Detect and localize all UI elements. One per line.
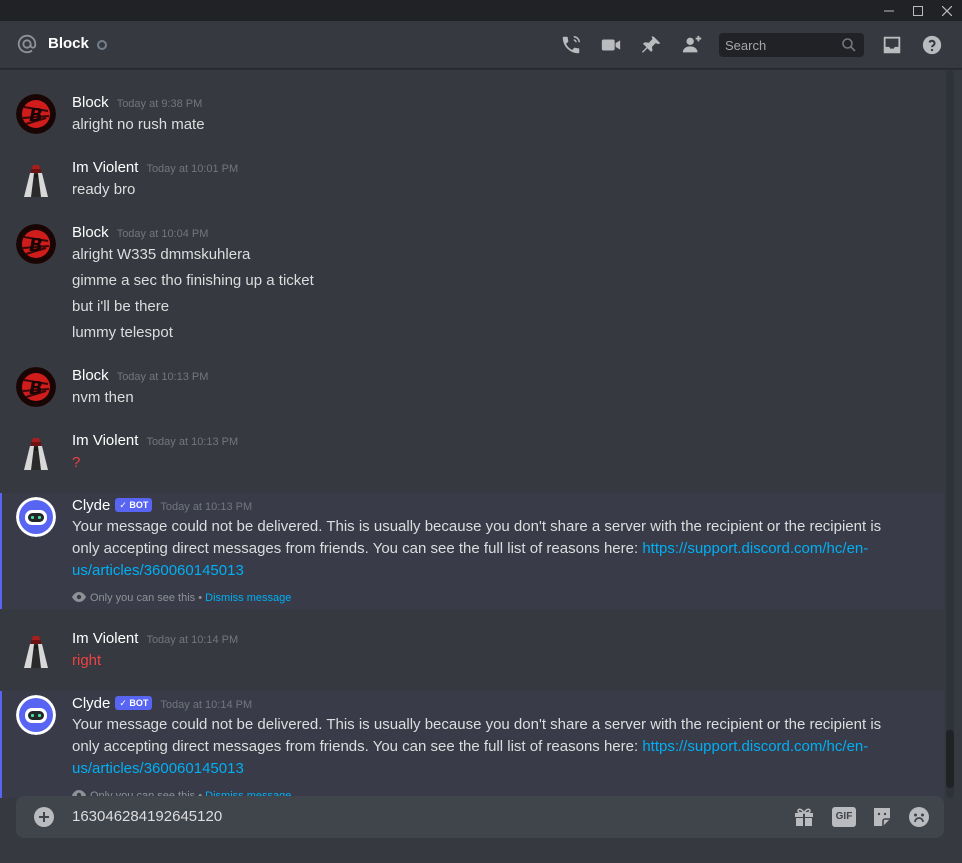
block-avatar-icon: B <box>16 224 56 264</box>
clyde-system-message: Clyde ✓ BOT Today at 10:13 PM Your message… <box>0 493 944 609</box>
discord-window: Block Search B Block Today at 9:38 PM al… <box>0 0 962 863</box>
close-icon <box>941 5 953 17</box>
svg-text:B: B <box>29 235 43 256</box>
violent-avatar-icon <box>24 636 48 668</box>
minimize-icon <box>884 10 894 12</box>
video-call-button[interactable] <box>600 34 622 56</box>
svg-text:B: B <box>29 105 43 126</box>
avatar[interactable] <box>16 695 56 735</box>
minimize-button[interactable] <box>874 0 904 21</box>
clyde-avatar-icon <box>16 497 56 537</box>
message-list[interactable]: B Block Today at 9:38 PM alright no rush … <box>0 70 944 798</box>
maximize-button[interactable] <box>903 0 933 21</box>
message-author[interactable]: Clyde ✓ BOT Today at 10:13 PM <box>72 496 252 517</box>
violent-avatar-icon <box>24 165 48 197</box>
message-author[interactable]: Im Violent Today at 10:01 PM <box>72 158 238 179</box>
pin-icon <box>641 36 661 53</box>
emoji-icon <box>909 807 929 827</box>
gift-icon <box>795 808 813 826</box>
message-text: gimme a sec tho finishing up a ticket <box>72 272 314 289</box>
clyde-avatar-icon <box>16 695 56 735</box>
message-timestamp: Today at 10:01 PM <box>146 163 239 175</box>
message-text: Your message could not be delivered. Thi… <box>72 716 882 777</box>
close-window-button[interactable] <box>932 0 962 21</box>
avatar[interactable] <box>16 497 56 537</box>
add-friend-icon <box>682 35 702 53</box>
message-group: B Block Today at 10:04 PM alright W335 dm… <box>0 218 944 346</box>
avatar[interactable] <box>16 159 56 199</box>
message-group: Im Violent Today at 10:14 PM right <box>0 624 944 674</box>
block-avatar-icon: B <box>16 367 56 407</box>
message-author[interactable]: Im Violent Today at 10:14 PM <box>72 629 238 650</box>
gift-button[interactable] <box>792 805 816 829</box>
bot-tag: ✓ BOT <box>115 498 153 512</box>
message-text: alright W335 dmmskuhlera <box>72 246 251 263</box>
message-input[interactable]: 163046284192645120 <box>72 806 222 828</box>
message-text-failed: right <box>72 652 102 669</box>
pinned-messages-button[interactable] <box>641 34 663 56</box>
message-author[interactable]: Block Today at 10:13 PM <box>72 366 208 387</box>
inbox-icon <box>883 36 901 54</box>
message-author[interactable]: Block Today at 9:38 PM <box>72 93 202 114</box>
maximize-icon <box>913 6 923 16</box>
at-icon <box>17 34 37 54</box>
message-author[interactable]: Block Today at 10:04 PM <box>72 223 208 244</box>
message-group: B Block Today at 10:13 PM nvm then <box>0 361 944 411</box>
message-composer[interactable]: 163046284192645120 GIF <box>16 796 944 838</box>
video-icon <box>601 39 621 51</box>
message-timestamp: Today at 10:14 PM <box>146 634 239 646</box>
search-icon <box>842 38 856 52</box>
emoji-button[interactable] <box>907 805 931 829</box>
message-timestamp: Today at 9:38 PM <box>116 98 203 110</box>
search-input[interactable] <box>725 36 835 54</box>
message-author[interactable]: Im Violent Today at 10:13 PM <box>72 431 238 452</box>
call-icon <box>562 36 580 54</box>
message-text-failed: ? <box>72 454 81 471</box>
bot-tag: ✓ BOT <box>115 696 153 710</box>
avatar[interactable] <box>16 432 56 472</box>
avatar[interactable]: B <box>16 224 56 264</box>
help-icon <box>922 35 942 55</box>
message-timestamp: Today at 10:14 PM <box>160 699 253 711</box>
scrollbar-track[interactable] <box>946 70 954 798</box>
avatar[interactable] <box>16 630 56 670</box>
message-author[interactable]: Clyde ✓ BOT Today at 10:14 PM <box>72 694 252 715</box>
upload-plus-button[interactable] <box>34 807 54 827</box>
message-timestamp: Today at 10:13 PM <box>146 436 239 448</box>
message-timestamp: Today at 10:13 PM <box>160 501 253 513</box>
scrollbar-thumb[interactable] <box>946 730 954 788</box>
message-text: Your message could not be delivered. Thi… <box>72 518 882 579</box>
sticker-button[interactable] <box>870 805 894 829</box>
dismiss-message-link[interactable]: Dismiss message <box>205 592 291 604</box>
message-text: but i'll be there <box>72 298 170 315</box>
avatar[interactable]: B <box>16 94 56 134</box>
call-button[interactable] <box>560 34 582 56</box>
message-text: alright no rush mate <box>72 116 205 133</box>
eye-icon <box>72 592 86 602</box>
message-group: Im Violent Today at 10:13 PM ? <box>0 426 944 476</box>
dm-title: Block <box>48 35 89 52</box>
ephemeral-notice: Only you can see this • Dismiss message <box>72 590 291 606</box>
message-timestamp: Today at 10:04 PM <box>116 228 209 240</box>
message-text: ready bro <box>72 181 136 198</box>
message-timestamp: Today at 10:13 PM <box>116 371 209 383</box>
add-friends-to-dm-button[interactable] <box>681 34 703 56</box>
title-bar <box>0 0 962 21</box>
status-offline-icon <box>97 40 107 50</box>
block-avatar-icon: B <box>16 94 56 134</box>
clyde-system-message: Clyde ✓ BOT Today at 10:14 PM Your message… <box>0 691 944 798</box>
message-group: Im Violent Today at 10:01 PM ready bro <box>0 153 944 203</box>
search-bar[interactable] <box>719 33 864 57</box>
gif-button[interactable]: GIF <box>832 807 856 827</box>
avatar[interactable]: B <box>16 367 56 407</box>
violent-avatar-icon <box>24 438 48 470</box>
help-button[interactable] <box>921 34 943 56</box>
svg-text:B: B <box>29 378 43 399</box>
message-text: nvm then <box>72 389 134 406</box>
inbox-button[interactable] <box>881 34 903 56</box>
message-group: B Block Today at 9:38 PM alright no rush … <box>0 88 944 138</box>
channel-header: Block <box>0 21 962 69</box>
message-text: lummy telespot <box>72 324 173 341</box>
sticker-icon <box>874 808 890 826</box>
